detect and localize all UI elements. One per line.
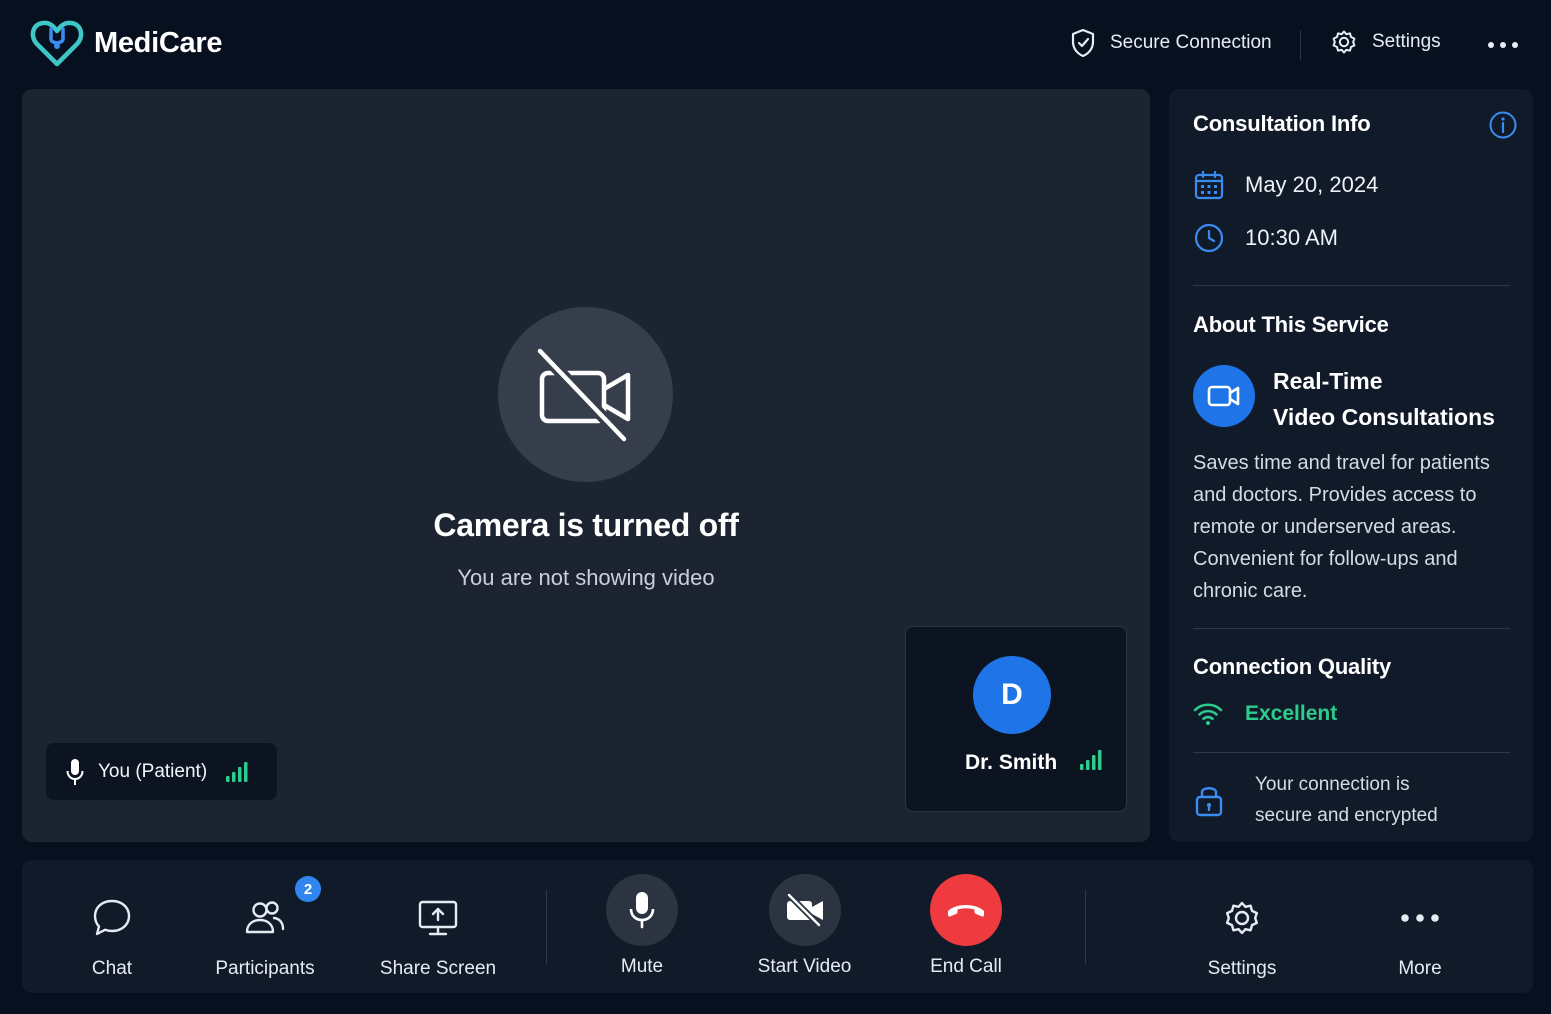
logo[interactable]: MediCare: [30, 18, 222, 68]
encryption-line-2: secure and encrypted: [1255, 805, 1438, 826]
video-stage: Camera is turned off You are not showing…: [22, 89, 1150, 842]
shield-icon: [1070, 28, 1096, 58]
app-header: MediCare Secure Connection Settings: [0, 0, 1551, 88]
toolbar-more-label: More: [1398, 958, 1442, 979]
divider: [1193, 628, 1510, 629]
mic-icon: [629, 891, 655, 929]
wifi-icon: [1193, 701, 1223, 727]
end-call-label: End Call: [930, 956, 1002, 977]
camera-off-indicator: [498, 307, 673, 482]
camera-off-icon: [535, 346, 636, 443]
time-text: 10:30 AM: [1245, 225, 1338, 250]
camera-off-icon: [785, 893, 825, 927]
self-participant-label: You (Patient): [98, 760, 208, 782]
about-service-title: About This Service: [1193, 312, 1389, 337]
calendar-icon: [1193, 169, 1225, 201]
connection-quality-status: Excellent: [1193, 701, 1337, 727]
header-more-button[interactable]: [1484, 30, 1522, 60]
connection-quality-title: Connection Quality: [1193, 654, 1392, 679]
toolbar-divider: [1085, 890, 1086, 965]
end-call-button[interactable]: End Call: [916, 860, 1016, 993]
video-camera-icon: [1207, 383, 1241, 409]
participants-button[interactable]: 2 Participants: [210, 860, 321, 993]
service-title-line-2: Video Consultations: [1273, 404, 1495, 430]
camera-off-title: Camera is turned off: [433, 507, 739, 543]
participants-count-badge: 2: [295, 876, 321, 902]
lock-icon: [1193, 782, 1225, 818]
appointment-date: May 20, 2024: [1193, 169, 1378, 201]
gear-icon: [1222, 898, 1262, 938]
toolbar-settings-label: Settings: [1207, 958, 1277, 979]
header-settings-button[interactable]: Settings: [1330, 28, 1441, 56]
encryption-line-1: Your connection is: [1255, 774, 1410, 795]
start-video-circle[interactable]: [768, 874, 841, 946]
connection-quality-value: Excellent: [1245, 702, 1338, 725]
share-screen-label: Share Screen: [379, 958, 497, 979]
more-dots-icon: [1487, 41, 1519, 49]
appointment-time: 10:30 AM: [1193, 222, 1338, 254]
start-video-button[interactable]: Start Video: [747, 860, 862, 993]
self-participant-tag: You (Patient): [46, 743, 277, 800]
share-screen-icon: [416, 898, 460, 938]
toolbar-settings-button[interactable]: Settings: [1192, 860, 1292, 993]
gear-icon: [1330, 28, 1358, 56]
encryption-notice: Your connection is secure and encrypted: [1193, 769, 1438, 831]
service-description: Saves time and travel for patients and d…: [1193, 452, 1490, 602]
call-toolbar: Chat 2 Participants Share Screen Mute St…: [22, 860, 1533, 993]
share-screen-button[interactable]: Share Screen: [376, 860, 500, 993]
mute-label: Mute: [620, 956, 664, 977]
app-name: MediCare: [94, 26, 223, 59]
secure-connection[interactable]: Secure Connection: [1070, 28, 1272, 58]
header-divider: [1300, 30, 1301, 60]
participants-label: Participants: [215, 958, 315, 979]
info-icon[interactable]: [1488, 110, 1518, 140]
mute-button[interactable]: Mute: [592, 860, 692, 993]
toolbar-more-button[interactable]: More: [1370, 860, 1470, 993]
consultation-info-panel: Consultation Info May 20, 2024 10:30 AM …: [1169, 89, 1533, 842]
header-settings-label: Settings: [1372, 31, 1441, 52]
divider: [1193, 752, 1510, 753]
chat-label: Chat: [91, 958, 133, 979]
chat-icon: [91, 897, 133, 939]
heart-logo-icon: [30, 18, 84, 68]
secure-connection-label: Secure Connection: [1110, 32, 1272, 53]
signal-bars-icon: [1079, 749, 1103, 771]
service-title-line-1: Real-Time: [1273, 368, 1383, 394]
participants-icon: [243, 898, 287, 938]
remote-participant-tile[interactable]: D Dr. Smith: [905, 626, 1127, 812]
avatar: D: [973, 656, 1051, 734]
mute-circle[interactable]: [606, 874, 678, 946]
encryption-text: Your connection is secure and encrypted: [1255, 769, 1438, 831]
toolbar-divider: [546, 890, 547, 965]
more-dots-icon: [1400, 913, 1440, 923]
date-text: May 20, 2024: [1245, 172, 1379, 197]
divider: [1193, 285, 1510, 286]
panel-title: Consultation Info: [1193, 111, 1371, 136]
service-title: Real-Time Video Consultations: [1273, 363, 1495, 435]
end-call-circle[interactable]: [930, 874, 1002, 946]
phone-hangup-icon: [945, 900, 987, 920]
mic-icon: [66, 758, 84, 786]
chat-button[interactable]: Chat: [62, 860, 162, 993]
signal-bars-icon: [225, 761, 249, 783]
remote-participant-name: Dr. Smith: [965, 751, 1058, 774]
service-video-badge: [1193, 365, 1255, 427]
start-video-label: Start Video: [757, 956, 852, 977]
camera-off-subtitle: You are not showing video: [457, 565, 715, 590]
clock-icon: [1193, 222, 1225, 254]
